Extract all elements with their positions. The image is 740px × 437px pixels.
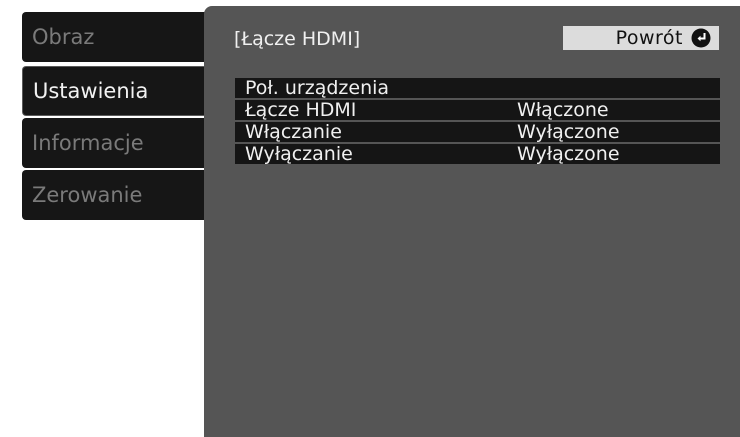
back-button[interactable]: Powrót: [563, 26, 719, 50]
settings-list: Poł. urządzenia Łącze HDMI Włączone Włąc…: [235, 78, 720, 166]
item-label: Wyłączanie: [245, 143, 353, 165]
tab-informacje[interactable]: Informacje: [22, 118, 218, 168]
tab-obraz[interactable]: Obraz: [22, 12, 218, 62]
tab-label: Zerowanie: [32, 183, 143, 207]
enter-icon: [691, 28, 711, 48]
tab-label: Informacje: [32, 131, 144, 155]
projector-menu: Obraz Ustawienia Informacje Zerowanie [Ł…: [0, 0, 740, 437]
tab-zerowanie[interactable]: Zerowanie: [22, 170, 218, 220]
tab-label: Ustawienia: [33, 79, 149, 103]
list-item[interactable]: Wyłączanie Wyłączone: [235, 144, 720, 164]
item-label: Poł. urządzenia: [245, 77, 390, 99]
settings-panel: [Łącze HDMI] Powrót Poł. urządzenia Łącz…: [204, 6, 740, 437]
back-button-label: Powrót: [615, 27, 683, 49]
tab-label: Obraz: [32, 25, 95, 49]
tab-ustawienia[interactable]: Ustawienia: [22, 66, 228, 116]
item-value: Wyłączone: [517, 143, 620, 165]
item-value: Wyłączone: [517, 121, 620, 143]
item-label: Łącze HDMI: [245, 99, 357, 121]
item-value: Włączone: [517, 99, 609, 121]
list-item[interactable]: Łącze HDMI Włączone: [235, 100, 720, 120]
list-item[interactable]: Włączanie Wyłączone: [235, 122, 720, 142]
list-item[interactable]: Poł. urządzenia: [235, 78, 720, 98]
panel-title: [Łącze HDMI]: [234, 28, 361, 50]
item-label: Włączanie: [245, 121, 342, 143]
